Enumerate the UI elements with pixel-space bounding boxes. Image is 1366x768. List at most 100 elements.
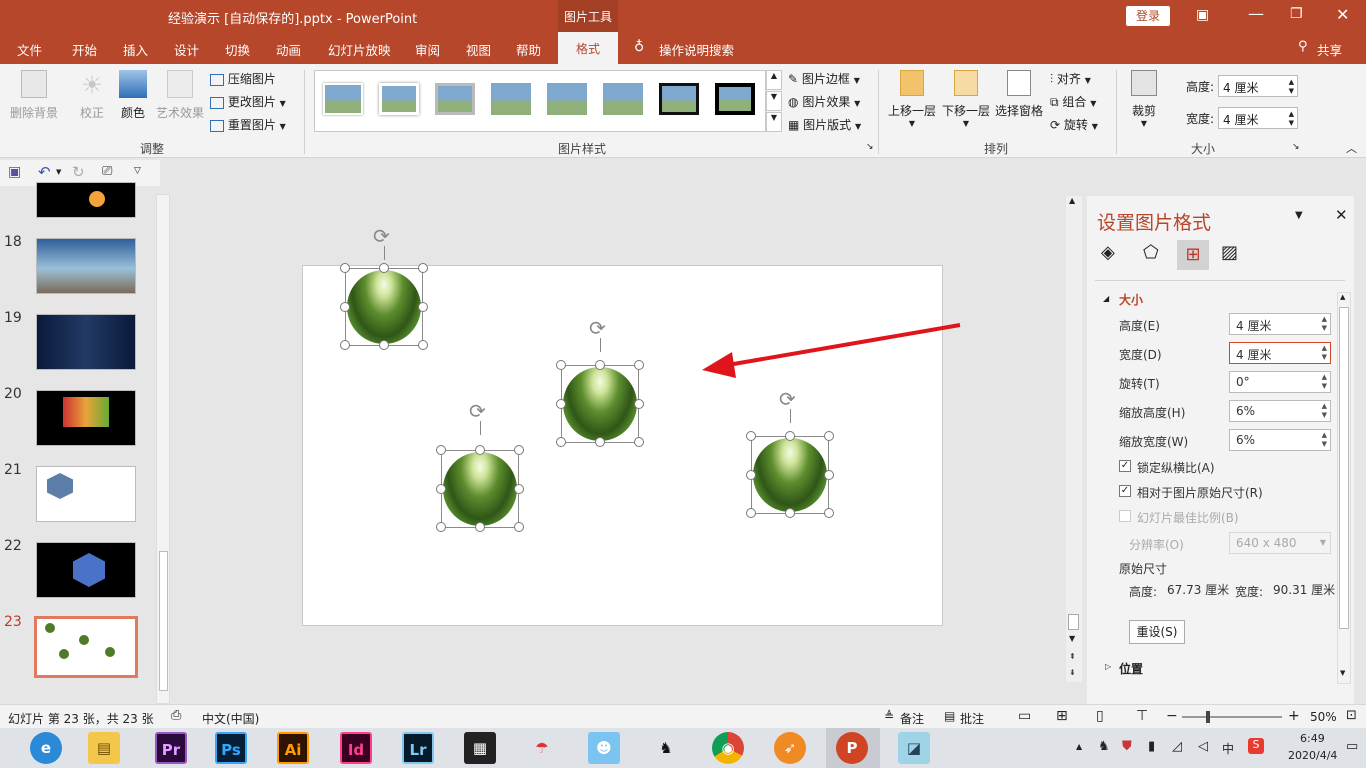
pane-options-icon[interactable]: ▼ xyxy=(1295,210,1303,221)
resolution-select[interactable]: 640 x 480 ▼ xyxy=(1229,532,1331,554)
rotation-value: 0° xyxy=(1236,375,1250,389)
file-explorer-icon[interactable]: ▤ xyxy=(88,732,120,764)
width-input[interactable]: 4 厘米 ▲ ▼ xyxy=(1229,342,1331,364)
collapse-size-icon[interactable]: ◢ xyxy=(1103,294,1109,303)
comments-icon: ▤ xyxy=(944,709,956,723)
width-value: 4 厘米 xyxy=(1236,348,1272,362)
browser-360-icon[interactable]: e xyxy=(30,732,62,764)
next-slide-icon[interactable]: ⇟ xyxy=(1069,668,1076,677)
spinner-icon[interactable]: ▲ ▼ xyxy=(1322,431,1327,449)
orange-app-icon[interactable]: ➶ xyxy=(774,732,806,764)
video-editor-icon[interactable]: ▦ xyxy=(464,732,496,764)
size-properties-tab[interactable]: ⊞ xyxy=(1177,240,1209,270)
zoom-slider-thumb[interactable] xyxy=(1206,711,1210,723)
spinner-icon[interactable]: ▲ ▼ xyxy=(1322,402,1327,420)
normal-view-icon[interactable]: ▭ xyxy=(1018,708,1031,724)
original-size-label: 原始尺寸 xyxy=(1119,562,1168,576)
lightroom-icon[interactable]: Lr xyxy=(402,732,434,764)
slide-info: 幻灯片 第 23 张，共 23 张 xyxy=(8,712,154,726)
illustrator-label: Ai xyxy=(284,741,302,759)
comments-button[interactable]: 批注 xyxy=(960,710,984,727)
scale-width-input[interactable]: 6% ▲ ▼ xyxy=(1229,429,1331,451)
spell-check-icon[interactable]: ⎙ xyxy=(171,708,181,723)
spinner-icon[interactable]: ▲ ▼ xyxy=(1322,373,1327,391)
notes-app-icon[interactable]: ◪ xyxy=(898,732,930,764)
height-label: 高度(E) xyxy=(1119,319,1160,333)
spinner-icon[interactable]: ▲ ▼ xyxy=(1322,344,1327,362)
slide-sorter-icon[interactable]: ⊞ xyxy=(1056,708,1068,724)
reset-size-label: 重设(S) xyxy=(1136,625,1178,639)
picture-tab-icon[interactable]: ▨ xyxy=(1221,242,1238,263)
position-section-title[interactable]: 位置 xyxy=(1119,660,1143,677)
pane-scrollbar[interactable]: ▲ ▼ xyxy=(1337,292,1351,684)
zoom-in-icon[interactable]: + xyxy=(1288,708,1300,724)
tray-network-icon[interactable]: ◿ xyxy=(1172,739,1182,754)
spinner-icon[interactable]: ▲ ▼ xyxy=(1322,315,1327,333)
premiere-label: Pr xyxy=(161,741,181,759)
language-indicator[interactable]: 中文(中国) xyxy=(202,710,259,727)
tray-sogou-icon[interactable]: S xyxy=(1248,738,1264,754)
notification-icon[interactable]: ▭ xyxy=(1346,739,1358,754)
lightroom-label: Lr xyxy=(409,741,427,759)
chevron-down-icon: ▼ xyxy=(1319,538,1326,547)
tray-security-icon[interactable]: ⛊ xyxy=(1122,739,1132,754)
tray-volume-icon[interactable]: ◁ xyxy=(1198,739,1208,754)
zoom-level[interactable]: 50% xyxy=(1310,710,1337,724)
lock-ratio-checkbox[interactable]: ✓ xyxy=(1119,460,1131,472)
canvas-scroll-thumb[interactable] xyxy=(1068,614,1079,630)
chrome-icon[interactable]: ◉ xyxy=(712,732,744,764)
tray-qq-icon[interactable]: ♞ xyxy=(1098,739,1110,754)
premiere-icon[interactable]: Pr xyxy=(155,732,187,764)
expand-position-icon[interactable]: ▷ xyxy=(1105,662,1111,671)
zoom-out-icon[interactable]: − xyxy=(1166,708,1178,724)
pane-scroll-thumb[interactable] xyxy=(1339,307,1349,629)
fit-slide-icon[interactable]: ⊡ xyxy=(1346,708,1357,723)
pane-divider xyxy=(1095,280,1345,281)
height-value: 4 厘米 xyxy=(1236,319,1272,333)
pane-title: 设置图片格式 xyxy=(1097,212,1212,234)
photoshop-icon[interactable]: Ps xyxy=(215,732,247,764)
resolution-label: 分辨率(O) xyxy=(1129,538,1184,552)
size-section-title[interactable]: 大小 xyxy=(1119,291,1143,308)
scroll-down-icon[interactable]: ▼ xyxy=(1340,669,1345,677)
scroll-up-icon[interactable]: ▲ xyxy=(1069,196,1075,205)
qq-icon[interactable]: ♞ xyxy=(650,732,682,764)
fill-line-icon[interactable]: ◈ xyxy=(1101,242,1115,263)
rotation-input[interactable]: 0° ▲ ▼ xyxy=(1229,371,1331,393)
format-picture-pane: 设置图片格式 ▼ ✕ ◈ ⬠ ⊞ ▨ ◢ 大小 高度(E) 4 厘米 ▲ ▼ 宽度(… xyxy=(1087,196,1354,704)
scroll-down-icon[interactable]: ▼ xyxy=(1069,634,1075,643)
slideshow-view-icon[interactable]: ⊤ xyxy=(1136,708,1148,724)
zoom-slider[interactable] xyxy=(1182,711,1282,723)
notes-button[interactable]: 备注 xyxy=(900,710,924,727)
lock-ratio-label: 锁定纵横比(A) xyxy=(1137,461,1215,475)
best-scale-label: 幻灯片最佳比例(B) xyxy=(1137,511,1239,525)
indesign-icon[interactable]: Id xyxy=(340,732,372,764)
show-hidden-icons[interactable]: ▲ xyxy=(1076,742,1082,751)
scale-height-input[interactable]: 6% ▲ ▼ xyxy=(1229,400,1331,422)
clock-date[interactable]: 2020/4/4 xyxy=(1288,749,1337,762)
resolution-value: 640 x 480 xyxy=(1236,536,1297,550)
status-bar: 幻灯片 第 23 张，共 23 张 ⎙ 中文(中国) ≜ 备注 ▤ 批注 ▭ ⊞… xyxy=(0,704,1366,728)
umbrella-app-icon[interactable]: ☂ xyxy=(526,732,558,764)
tray-battery-icon[interactable]: ▮ xyxy=(1148,739,1155,754)
reset-size-button[interactable]: 重设(S) xyxy=(1129,620,1185,644)
illustrator-icon[interactable]: Ai xyxy=(277,732,309,764)
reading-view-icon[interactable]: ▯ xyxy=(1096,708,1104,724)
prev-slide-icon[interactable]: ⇞ xyxy=(1069,652,1076,661)
original-width-value: 90.31 厘米 xyxy=(1273,583,1336,597)
best-scale-checkbox[interactable] xyxy=(1119,510,1131,522)
taskbar: e ▤ Pr Ps Ai Id Lr ▦ ☂ ☻ ♞ ◉ ➶ P ◪ ▲ ♞ ⛊… xyxy=(0,728,1366,768)
pane-close-icon[interactable]: ✕ xyxy=(1335,206,1348,224)
cat-app-icon[interactable]: ☻ xyxy=(588,732,620,764)
relative-original-checkbox[interactable]: ✓ xyxy=(1119,485,1131,497)
powerpoint-task-active[interactable]: P xyxy=(826,728,880,768)
height-input[interactable]: 4 厘米 ▲ ▼ xyxy=(1229,313,1331,335)
tray-ime-indicator[interactable]: 中 xyxy=(1222,740,1234,757)
clock-time[interactable]: 6:49 xyxy=(1300,732,1325,745)
canvas-scrollbar[interactable]: ▲ ▼ ⇞ ⇟ xyxy=(1066,196,1082,682)
arrow-head-canvas xyxy=(702,352,736,378)
effects-pentagon-icon[interactable]: ⬠ xyxy=(1143,242,1159,263)
scroll-up-icon[interactable]: ▲ xyxy=(1340,293,1345,301)
scale-height-label: 缩放高度(H) xyxy=(1119,406,1186,420)
scale-width-value: 6% xyxy=(1236,433,1256,447)
